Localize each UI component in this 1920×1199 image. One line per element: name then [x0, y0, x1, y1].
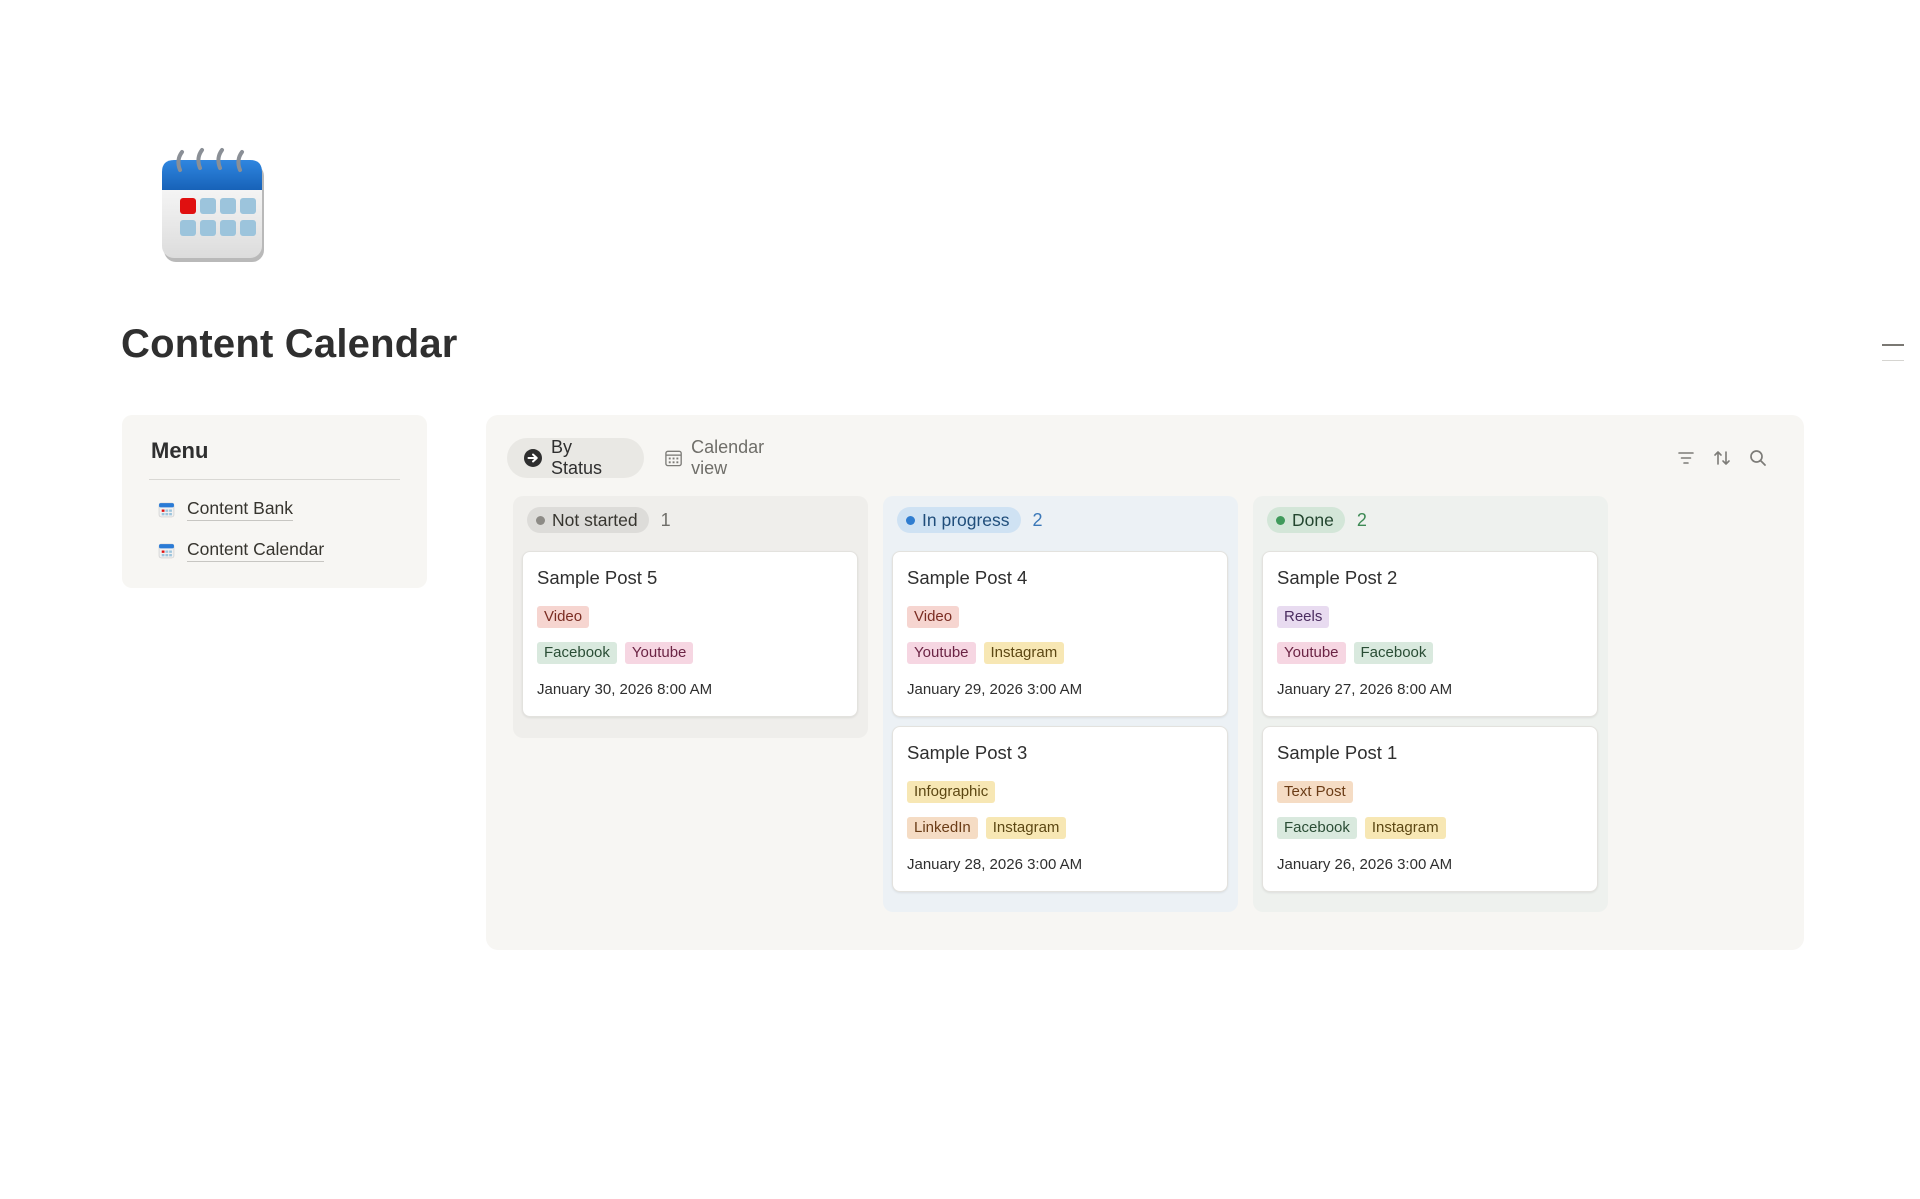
tag: LinkedIn: [907, 817, 978, 839]
card-date: January 27, 2026 8:00 AM: [1277, 681, 1453, 698]
status-dot: [536, 515, 545, 525]
menu-divider: [149, 479, 400, 480]
tag: Facebook: [1353, 642, 1434, 664]
card-date: January 26, 2026 3:00 AM: [1277, 856, 1453, 873]
menu-item-content-bank[interactable]: Content Bank: [158, 496, 294, 522]
content-type-tags: Infographic: [907, 781, 1003, 803]
arrow-circle-icon: [523, 449, 542, 467]
column-header: Not started 1: [527, 507, 671, 533]
column-done: Done 2 Sample Post 2 Reels Youtube Faceb…: [1253, 496, 1608, 912]
card-sample-post-3[interactable]: Sample Post 3 Infographic LinkedIn Insta…: [892, 726, 1228, 892]
column-count: 2: [1032, 509, 1043, 530]
menu-title: Menu: [151, 438, 209, 463]
tag: Instagram: [983, 642, 1065, 664]
status-badge[interactable]: Not started: [527, 507, 649, 533]
card-title: Sample Post 5: [537, 567, 658, 588]
toggle-underline: [1882, 360, 1904, 361]
tag: Facebook: [537, 642, 617, 664]
sidebar-toggle[interactable]: [1882, 340, 1904, 364]
search-icon[interactable]: [1748, 448, 1768, 468]
content-type-tags: Video: [907, 606, 967, 628]
tag: Youtube: [907, 642, 976, 664]
tag: Facebook: [1277, 817, 1357, 839]
tab-by-status[interactable]: By Status: [507, 437, 644, 478]
tag: Youtube: [624, 642, 694, 664]
platform-tags: Youtube Instagram: [907, 642, 1072, 664]
column-header: Done 2: [1267, 507, 1367, 533]
filter-icon[interactable]: [1676, 448, 1696, 468]
card-title: Sample Post 1: [1277, 742, 1398, 763]
tag: Instagram: [1364, 817, 1446, 839]
card-date: January 30, 2026 8:00 AM: [537, 681, 713, 698]
menu-item-label: Content Bank: [187, 498, 294, 521]
card-title: Sample Post 4: [907, 567, 1028, 588]
status-label: In progress: [922, 509, 1010, 530]
status-dot: [906, 515, 915, 525]
card-date: January 28, 2026 3:00 AM: [907, 856, 1083, 873]
card-title: Sample Post 2: [1277, 567, 1398, 588]
tab-label: By Status: [550, 437, 603, 478]
status-label: Done: [1292, 509, 1334, 530]
platform-tags: Youtube Facebook: [1277, 642, 1441, 664]
platform-tags: LinkedIn Instagram: [907, 817, 1074, 839]
platform-tags: Facebook Youtube: [537, 642, 701, 664]
tag: Infographic: [907, 781, 996, 803]
column-not-started: Not started 1 Sample Post 5 Video Facebo…: [513, 496, 868, 738]
column-count: 2: [1356, 509, 1367, 530]
tab-label: Calendar view: [691, 437, 765, 478]
status-label: Not started: [552, 509, 638, 530]
tab-calendar-view[interactable]: Calendar view: [648, 437, 816, 478]
card-date: January 29, 2026 3:00 AM: [907, 681, 1083, 698]
page-title: Content Calendar: [121, 322, 458, 366]
column-in-progress: In progress 2 Sample Post 4 Video Youtub…: [883, 496, 1238, 912]
calendar-icon: [158, 502, 175, 517]
calendar-icon: [158, 543, 175, 558]
card-sample-post-1[interactable]: Sample Post 1 Text Post Facebook Instagr…: [1262, 726, 1598, 892]
tag: Instagram: [985, 817, 1067, 839]
toggle-line: [1882, 344, 1904, 346]
tag: Video: [907, 606, 960, 628]
tag: Youtube: [1277, 642, 1346, 664]
menu-item-label: Content Calendar: [187, 539, 325, 562]
menu-item-content-calendar[interactable]: Content Calendar: [158, 537, 325, 563]
card-sample-post-5[interactable]: Sample Post 5 Video Facebook Youtube Jan…: [522, 551, 858, 717]
card-sample-post-2[interactable]: Sample Post 2 Reels Youtube Facebook Jan…: [1262, 551, 1598, 717]
status-badge[interactable]: Done: [1267, 507, 1345, 533]
column-count: 1: [660, 509, 671, 530]
tag: Video: [537, 606, 590, 628]
card-title: Sample Post 3: [907, 742, 1028, 763]
status-badge[interactable]: In progress: [897, 507, 1021, 533]
platform-tags: Facebook Instagram: [1277, 817, 1454, 839]
sort-icon[interactable]: [1712, 448, 1732, 468]
content-type-tags: Reels: [1277, 606, 1337, 628]
tag: Text Post: [1277, 781, 1353, 803]
tag: Reels: [1277, 606, 1330, 628]
column-header: In progress 2: [897, 507, 1043, 533]
content-type-tags: Video: [537, 606, 597, 628]
content-type-tags: Text Post: [1277, 781, 1361, 803]
calendar-icon[interactable]: [158, 146, 270, 266]
card-sample-post-4[interactable]: Sample Post 4 Video Youtube Instagram Ja…: [892, 551, 1228, 717]
calendar-grid-icon: [665, 450, 682, 467]
status-dot: [1276, 515, 1285, 525]
